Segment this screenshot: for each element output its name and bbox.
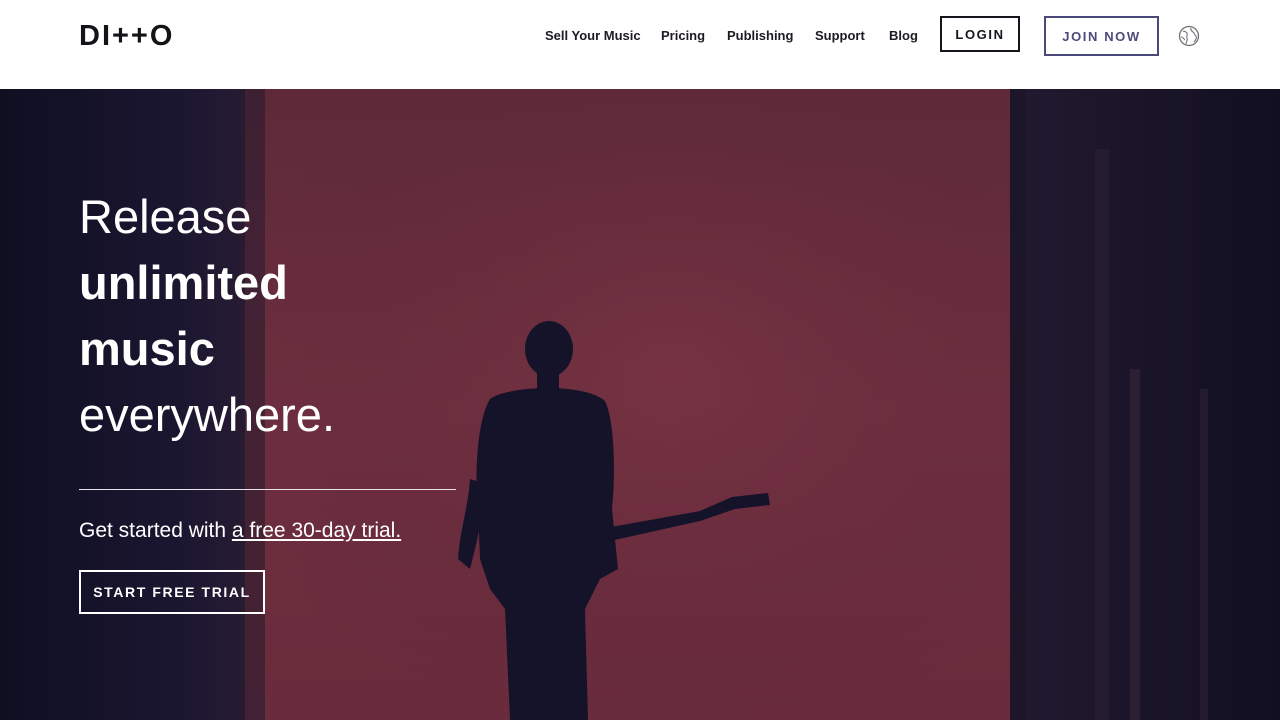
site-header: DI++O Sell Your Music Pricing Publishing…	[0, 0, 1280, 89]
start-free-trial-button[interactable]: START FREE TRIAL	[79, 570, 265, 614]
ditto-logo[interactable]: DI++O	[79, 18, 174, 54]
headline-line-1: Release	[79, 190, 252, 243]
nav-sell-your-music[interactable]: Sell Your Music	[545, 27, 641, 45]
nav-publishing[interactable]: Publishing	[727, 27, 793, 45]
hero-divider	[79, 489, 456, 490]
join-now-button[interactable]: JOIN NOW	[1044, 16, 1159, 56]
headline-line-2: unlimited	[79, 256, 288, 309]
headline-line-3: music	[79, 322, 215, 375]
nav-support[interactable]: Support	[815, 27, 865, 45]
free-trial-link[interactable]: a free 30-day trial.	[232, 519, 401, 542]
nav-pricing[interactable]: Pricing	[661, 27, 705, 45]
hero-section: Release unlimited music everywhere. Get …	[0, 89, 1280, 720]
login-button[interactable]: LOGIN	[940, 16, 1020, 52]
hero-headline: Release unlimited music everywhere.	[79, 184, 335, 448]
hero-subline: Get started with a free 30-day trial.	[79, 517, 401, 545]
nav-blog[interactable]: Blog	[889, 27, 918, 45]
subline-text: Get started with	[79, 519, 232, 542]
headline-line-4: everywhere.	[79, 388, 335, 441]
globe-icon[interactable]	[1178, 25, 1200, 47]
